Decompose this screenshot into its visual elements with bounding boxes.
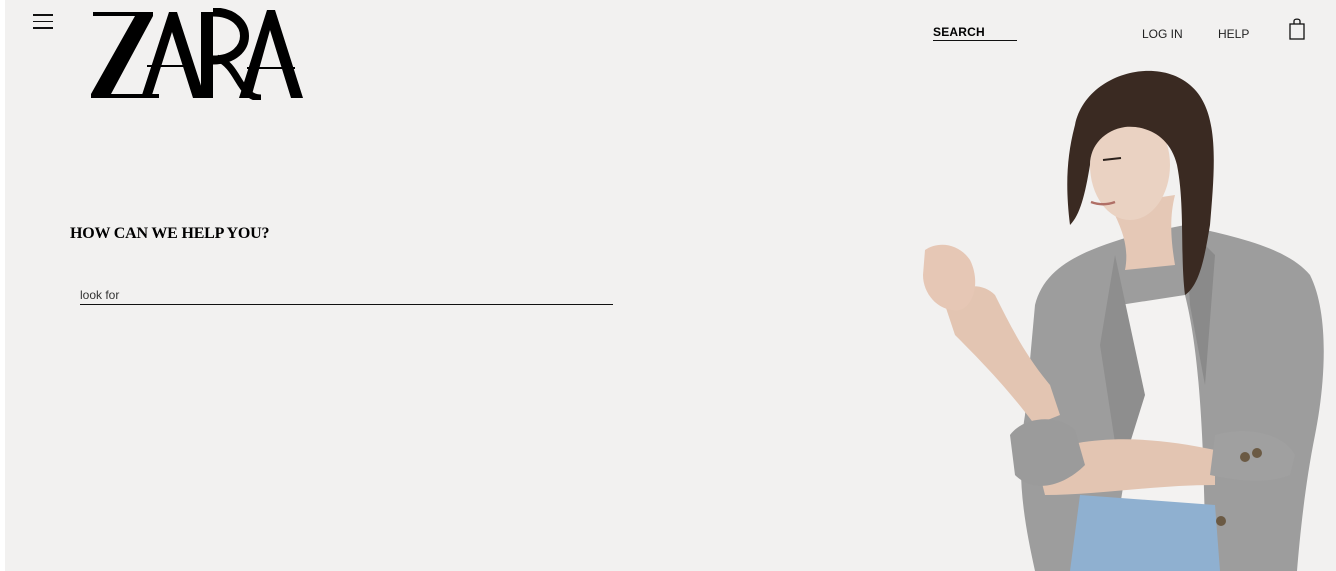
login-link[interactable]: LOG IN	[1142, 27, 1183, 41]
help-title: HOW CAN WE HELP YOU?	[70, 225, 270, 242]
search-link[interactable]: SEARCH	[933, 25, 1017, 41]
page: SEARCH LOG IN HELP HOW CAN WE HELP YOU?	[5, 0, 1336, 571]
help-link[interactable]: HELP	[1218, 27, 1249, 41]
hamburger-menu-icon[interactable]	[33, 14, 53, 32]
model-photo	[923, 70, 1324, 571]
zara-logo[interactable]	[89, 8, 303, 100]
help-search-input[interactable]	[80, 286, 613, 305]
shopping-bag-icon[interactable]	[1289, 18, 1305, 40]
